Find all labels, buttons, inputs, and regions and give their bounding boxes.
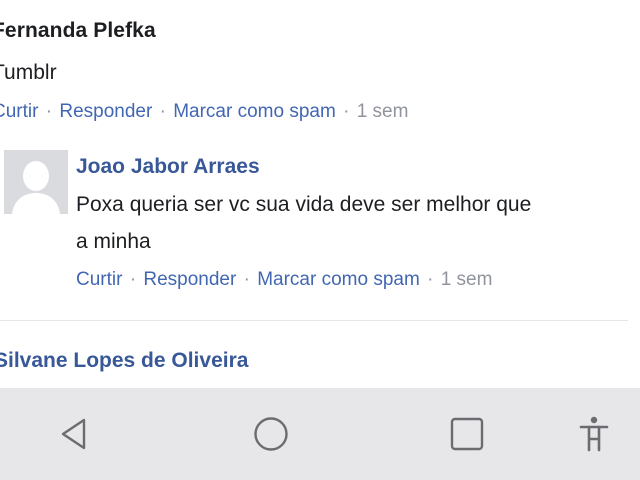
- separator: ·: [243, 269, 250, 290]
- reply-actions: Curtir · Responder · Marcar como spam · …: [76, 266, 616, 294]
- separator: ·: [129, 269, 137, 290]
- reply-text: Poxa queria ser vc sua vida deve ser mel…: [76, 186, 616, 260]
- back-icon: [61, 418, 86, 450]
- mark-spam-link[interactable]: Marcar como spam: [173, 101, 336, 122]
- comment: Fernanda Plefka Tumblr Curtir · Responde…: [0, 14, 632, 126]
- comment-author[interactable]: Silvane Lopes de Oliveira: [0, 344, 248, 378]
- accessibility-icon: [579, 416, 609, 452]
- mark-spam-link[interactable]: Marcar como spam: [257, 269, 420, 290]
- home-button[interactable]: [245, 408, 297, 460]
- comment-timestamp[interactable]: 1 sem: [357, 101, 409, 122]
- divider: [0, 320, 628, 321]
- system-navigation-bar: [0, 388, 640, 480]
- reply-link[interactable]: Responder: [143, 269, 236, 290]
- reply-body: Joao Jabor Arraes Poxa queria ser vc sua…: [76, 150, 616, 294]
- reply-author[interactable]: Joao Jabor Arraes: [76, 150, 616, 184]
- separator: ·: [159, 101, 166, 122]
- default-avatar-icon: [4, 150, 68, 214]
- comment-author[interactable]: Fernanda Plefka: [0, 14, 632, 48]
- comment-actions: Curtir · Responder · Marcar como spam · …: [0, 98, 632, 126]
- separator: ·: [343, 101, 350, 122]
- home-icon: [254, 417, 288, 451]
- reply-timestamp[interactable]: 1 sem: [441, 269, 493, 290]
- screen: Fernanda Plefka Tumblr Curtir · Responde…: [0, 0, 640, 480]
- recents-icon: [450, 417, 484, 451]
- comment-text: Tumblr: [0, 61, 57, 84]
- back-button[interactable]: [49, 408, 101, 460]
- reply-text-line: Poxa queria ser vc sua vida deve ser mel…: [76, 193, 532, 216]
- reply-text-line: a minha: [76, 230, 151, 253]
- avatar[interactable]: [4, 150, 68, 214]
- recents-button[interactable]: [441, 408, 493, 460]
- reply-link[interactable]: Responder: [59, 101, 152, 122]
- like-link[interactable]: Curtir: [0, 101, 38, 122]
- separator: ·: [427, 269, 434, 290]
- like-link[interactable]: Curtir: [76, 269, 122, 290]
- separator: ·: [45, 101, 53, 122]
- accessibility-button[interactable]: [568, 408, 620, 460]
- comments-list: Fernanda Plefka Tumblr Curtir · Responde…: [0, 0, 640, 388]
